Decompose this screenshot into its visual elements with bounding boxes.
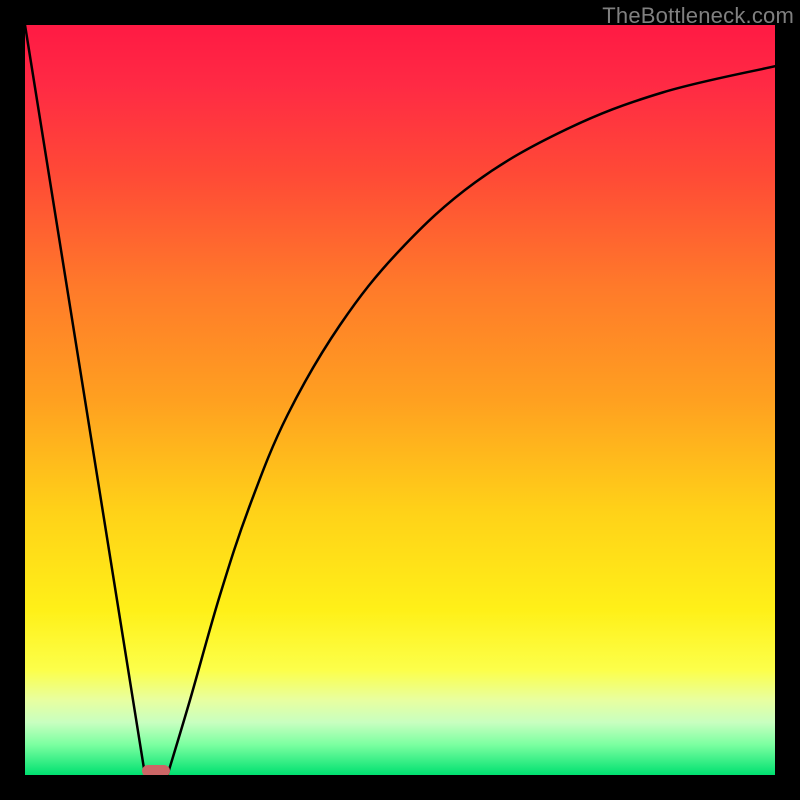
plot-area xyxy=(25,25,775,775)
watermark-label: TheBottleneck.com xyxy=(602,3,794,29)
curve-right-branch xyxy=(168,66,776,775)
bottleneck-marker xyxy=(142,765,170,775)
chart-frame: TheBottleneck.com xyxy=(0,0,800,800)
curve-left-branch xyxy=(25,25,145,775)
line-curve xyxy=(25,25,775,775)
